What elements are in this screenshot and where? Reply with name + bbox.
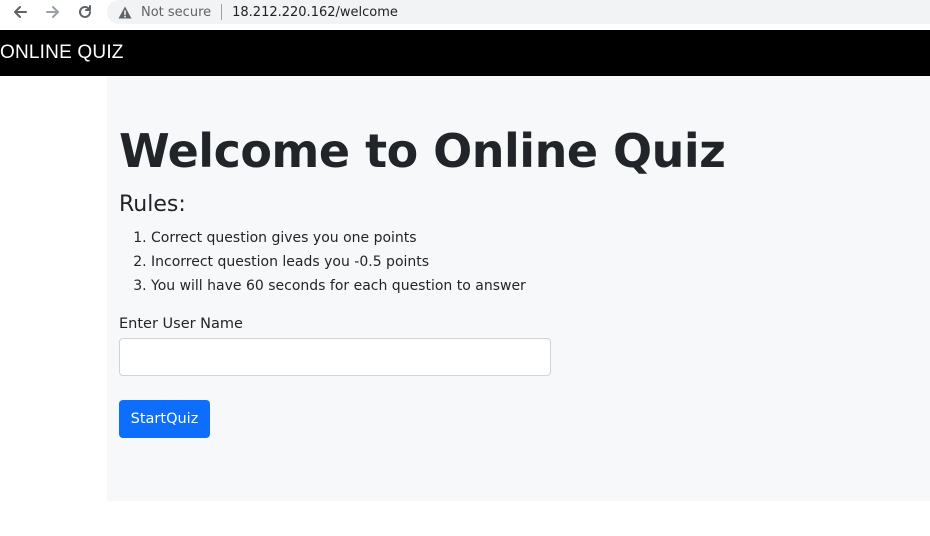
start-quiz-button[interactable]: StartQuiz (119, 400, 210, 438)
rule-item: You will have 60 seconds for each questi… (151, 274, 526, 298)
url-text[interactable]: 18.212.220.162/welcome (232, 5, 398, 20)
rule-item: Incorrect question leads you -0.5 points (151, 250, 526, 274)
warning-triangle-icon[interactable] (117, 4, 133, 20)
username-label: Enter User Name (119, 316, 243, 332)
username-input[interactable] (119, 338, 551, 376)
url-divider (221, 4, 223, 20)
browser-toolbar: Not secure 18.212.220.162/welcome (0, 0, 930, 28)
reload-button[interactable] (74, 2, 96, 22)
security-label[interactable]: Not secure (141, 5, 211, 20)
welcome-panel: Welcome to Online Quiz Rules: Correct qu… (107, 76, 930, 501)
reload-icon (79, 5, 91, 18)
arrow-left-icon (14, 6, 27, 18)
address-bar[interactable]: Not secure 18.212.220.162/welcome (107, 0, 930, 24)
arrow-right-icon (46, 6, 59, 18)
page-title: Welcome to Online Quiz (119, 124, 726, 178)
forward-button[interactable] (42, 2, 64, 22)
navbar-brand[interactable]: ONLINE QUIZ (0, 42, 124, 64)
rules-list: Correct question gives you one points In… (119, 226, 526, 298)
rule-item: Correct question gives you one points (151, 226, 526, 250)
rules-heading: Rules: (119, 192, 186, 217)
back-button[interactable] (9, 2, 31, 22)
app-navbar: ONLINE QUIZ (0, 30, 930, 76)
